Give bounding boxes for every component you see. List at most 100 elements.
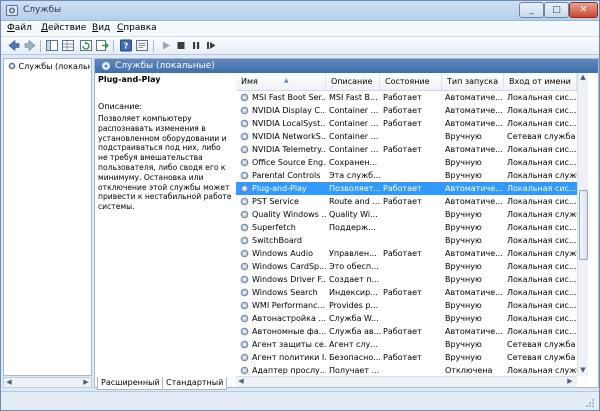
- service-status: [383, 313, 443, 325]
- service-description: Эта служб...: [329, 171, 381, 180]
- service-name: Office Source Eng...: [252, 158, 326, 167]
- table-header: ▲ Имя Описание Состояние Тип запуска Вход…: [236, 73, 577, 91]
- table-row[interactable]: Office Source Eng... Сохранен... Вручную Ло…: [236, 156, 577, 169]
- table-row[interactable]: Windows Search Индексир... Работает Автомат…: [236, 286, 577, 299]
- service-name: Адаптер прослу...: [252, 366, 326, 375]
- service-name: Windows Audio: [252, 249, 313, 258]
- tab-standard[interactable]: Стандартный: [162, 377, 228, 390]
- console-tree-icon[interactable]: [45, 39, 59, 52]
- table-row[interactable]: Адаптер прослу... Получает ... Отключена Ло…: [236, 364, 577, 376]
- back-icon[interactable]: [7, 39, 21, 52]
- table-row[interactable]: NVIDIA LocalSyst... Container ... Работает…: [236, 117, 577, 130]
- service-logon-as: Локальная служба: [507, 249, 577, 258]
- service-gear-icon: [240, 106, 249, 115]
- table-row[interactable]: Superfetch Поддерж... Вручную Локальная сис…: [236, 221, 577, 234]
- help-icon[interactable]: ?: [119, 39, 133, 52]
- table-row[interactable]: NVIDIA Display C... Container ... Работает…: [236, 104, 577, 117]
- scroll-right-arrow-icon[interactable]: ▶: [81, 378, 91, 387]
- description-label: Описание:: [98, 102, 143, 111]
- stop-icon[interactable]: [174, 39, 188, 52]
- menu-help[interactable]: Справка: [117, 23, 157, 33]
- resize-grip-icon[interactable]: [585, 398, 595, 408]
- table-row[interactable]: Агент политики I... Безопасно... Работает В…: [236, 351, 577, 364]
- table-row[interactable]: SwitchBoard Вручную Локальная сис...: [236, 234, 577, 247]
- svg-text:?: ?: [124, 42, 129, 51]
- tab-extended[interactable]: Расширенный: [97, 377, 164, 390]
- service-startup-type: Вручную: [445, 314, 482, 323]
- maximize-button[interactable]: □: [544, 2, 569, 18]
- service-gear-icon: [240, 171, 249, 180]
- grid-view-icon[interactable]: [61, 39, 75, 52]
- service-description: Сохранен...: [329, 158, 378, 167]
- service-startup-type: Автоматиче...: [445, 184, 503, 193]
- restart-icon[interactable]: [204, 39, 218, 52]
- scroll-down-arrow-icon[interactable]: ▼: [578, 366, 588, 375]
- table-row[interactable]: Plug-and-Play Позволяет... Работает Автомат…: [236, 182, 577, 195]
- table-row[interactable]: WMI Performanc... Provides p... Вручную Лок…: [236, 299, 577, 312]
- export-list-icon[interactable]: [95, 39, 109, 52]
- service-description: Container ...: [329, 106, 379, 115]
- services-window: Службы _ □ ✕ Файл Действие Вид Справка ?…: [0, 0, 600, 411]
- forward-icon[interactable]: [23, 39, 37, 52]
- table-row[interactable]: NVIDIA NetworkS... Container ... Вручную Се…: [236, 130, 577, 143]
- table-row[interactable]: Windows Audio Управлен... Работает Автомати…: [236, 247, 577, 260]
- properties-icon[interactable]: [135, 39, 149, 52]
- table-row[interactable]: NVIDIA Telemetry... Container ... Работает…: [236, 143, 577, 156]
- services-vertical-scrollbar[interactable]: ▲ ▼: [577, 73, 588, 376]
- service-gear-icon: [240, 301, 249, 310]
- title-bar[interactable]: Службы _ □ ✕: [1, 1, 599, 21]
- service-gear-icon: [240, 249, 249, 258]
- table-row[interactable]: MSI Fast Boot Ser... MSI Fast B... Работае…: [236, 91, 577, 104]
- service-startup-type: Вручную: [445, 236, 482, 245]
- pause-icon[interactable]: [189, 39, 203, 52]
- scroll-up-arrow-icon[interactable]: ▲: [578, 73, 588, 82]
- left-horizontal-scrollbar[interactable]: ◀ ▶: [3, 377, 92, 388]
- service-gear-icon: [240, 210, 249, 219]
- play-icon[interactable]: [159, 39, 173, 52]
- menu-view[interactable]: Вид: [92, 23, 110, 33]
- toolbar-separator: [113, 40, 114, 52]
- column-header-status[interactable]: Состояние: [380, 73, 442, 90]
- close-button[interactable]: ✕: [569, 2, 598, 18]
- service-status: Работает: [383, 184, 422, 193]
- service-startup-type: Автоматиче...: [445, 145, 503, 154]
- table-row[interactable]: PST Service Route and ... Работает Автомати…: [236, 195, 577, 208]
- menu-action[interactable]: Действие: [41, 23, 86, 33]
- service-startup-type: Отключена: [445, 366, 493, 375]
- service-status: Работает: [383, 197, 422, 206]
- table-row[interactable]: Quality Windows ... Quality Wi... Вручную Л…: [236, 208, 577, 221]
- service-gear-icon: [240, 340, 249, 349]
- service-gear-icon: [240, 145, 249, 154]
- scroll-left-arrow-icon[interactable]: ◀: [4, 378, 14, 387]
- table-row[interactable]: Агент защиты се... Агент слу... Вручную Сет…: [236, 338, 577, 351]
- service-logon-as: Локальная сис...: [507, 236, 577, 245]
- table-row[interactable]: Автонастройка ... Служба W... Вручную Локал…: [236, 312, 577, 325]
- service-logon-as: Локальная сис...: [507, 106, 577, 115]
- table-row[interactable]: Windows Driver F... Создает п... Вручную Ло…: [236, 273, 577, 286]
- menu-file[interactable]: Файл: [7, 23, 32, 33]
- service-logon-as: Локальная сис...: [507, 288, 577, 297]
- service-description: Это обесп...: [329, 262, 379, 271]
- column-header-name[interactable]: ▲ Имя: [236, 73, 326, 90]
- column-header-log-on-as[interactable]: Вход от имени: [504, 73, 577, 90]
- service-name: SwitchBoard: [252, 236, 302, 245]
- service-description: MSI Fast B...: [329, 93, 378, 102]
- tree-item-local-services[interactable]: Службы (локальные): [8, 62, 90, 73]
- column-header-description[interactable]: Описание: [326, 73, 380, 90]
- service-description: Безопасно...: [329, 353, 381, 362]
- scrollbar-thumb[interactable]: [579, 190, 588, 260]
- service-name: Windows Search: [252, 288, 318, 297]
- service-logon-as: Сетевая служба: [507, 132, 576, 141]
- table-row[interactable]: Parental Controls Эта служб... Вручную Лока…: [236, 169, 577, 182]
- refresh-icon[interactable]: [79, 39, 93, 52]
- table-row[interactable]: Windows CardSp... Это обесп... Вручную Лока…: [236, 260, 577, 273]
- service-logon-as: Локальная служба: [507, 210, 577, 219]
- service-name: Plug-and-Play: [252, 184, 307, 193]
- service-name: Агент защиты се...: [252, 340, 326, 349]
- service-status: [383, 261, 443, 273]
- minimize-button[interactable]: _: [519, 2, 544, 18]
- table-row[interactable]: Автономные фа... Служба ав... Работает Авто…: [236, 325, 577, 338]
- service-startup-type: Автоматиче...: [445, 288, 503, 297]
- column-header-startup-type[interactable]: Тип запуска: [442, 73, 504, 90]
- service-status: Работает: [383, 119, 422, 128]
